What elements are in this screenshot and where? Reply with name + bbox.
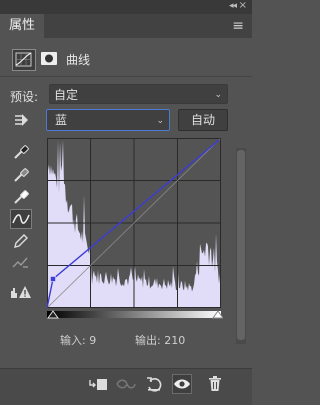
tab-properties[interactable]: 属性 — [0, 14, 44, 38]
chevron-down-icon: ⌄ — [214, 90, 222, 100]
panel-tab-row: 属性 ≡ — [0, 14, 252, 38]
view-previous-state-icon[interactable] — [116, 374, 136, 394]
input-label: 输入: — [60, 334, 86, 347]
input-level-slider[interactable] — [47, 308, 223, 322]
sample-white-eyedropper-icon[interactable] — [10, 187, 32, 207]
output-value[interactable]: 210 — [164, 334, 185, 347]
visibility-eye-icon[interactable] — [172, 374, 192, 394]
preset-dropdown[interactable]: 自定 ⌄ — [49, 84, 228, 104]
curves-graph[interactable] — [47, 138, 221, 308]
preset-label: 预设: — [10, 90, 39, 104]
adjustment-title: 曲线 — [66, 53, 91, 67]
close-panel-icon[interactable]: × — [239, 0, 247, 11]
channel-dropdown[interactable]: 蓝 ⌄ — [46, 109, 170, 131]
curves-adjustment-icon[interactable] — [12, 49, 36, 71]
curve-control-point[interactable] — [50, 276, 56, 282]
target-adjust-icon[interactable] — [10, 110, 32, 130]
pencil-draw-icon[interactable] — [10, 231, 32, 251]
reset-icon[interactable] — [144, 374, 164, 394]
scrollbar-thumb[interactable] — [237, 150, 245, 340]
output-label: 输出: — [135, 334, 161, 347]
auto-button[interactable]: 自动 — [178, 109, 228, 131]
smooth-curve-icon[interactable] — [10, 253, 32, 273]
preset-value: 自定 — [54, 88, 79, 102]
clip-to-layer-icon[interactable] — [88, 374, 108, 394]
sample-black-eyedropper-icon[interactable] — [10, 142, 32, 162]
white-point-slider-handle[interactable] — [212, 310, 223, 319]
output-readout: 输出: 210 — [135, 332, 185, 348]
input-value[interactable]: 9 — [89, 334, 96, 347]
panel-title-bar: ◂◂ × — [0, 0, 252, 14]
black-point-slider-handle[interactable] — [47, 310, 59, 319]
chevron-down-icon: ⌄ — [156, 116, 164, 126]
sample-gray-eyedropper-icon[interactable] — [10, 165, 32, 185]
input-readout: 输入: 9 — [60, 332, 96, 348]
curve-point-tool-icon[interactable] — [10, 209, 32, 229]
collapse-panel-icon[interactable]: ◂◂ — [229, 1, 237, 11]
divider — [0, 76, 252, 77]
clipping-warning-icon[interactable] — [10, 282, 32, 302]
layer-mask-icon[interactable] — [38, 49, 60, 69]
trash-icon[interactable] — [205, 374, 225, 394]
panel-menu-icon[interactable]: ≡ — [232, 18, 244, 34]
channel-value: 蓝 — [55, 113, 68, 127]
